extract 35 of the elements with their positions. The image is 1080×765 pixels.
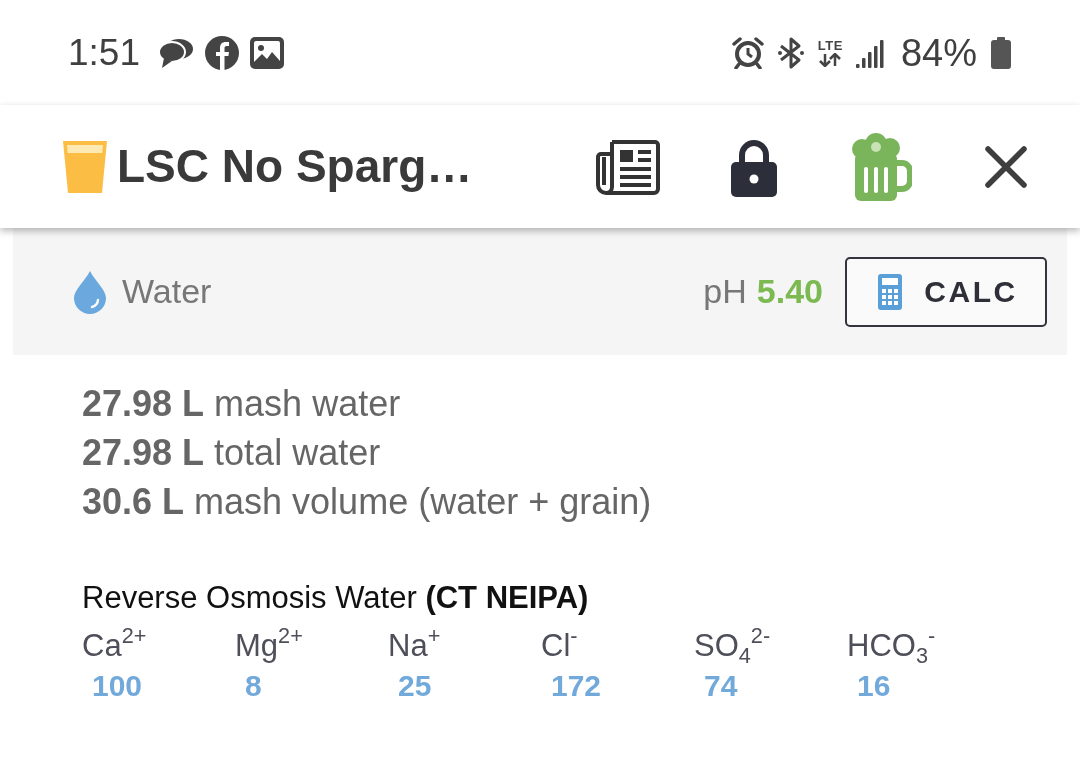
ion-label: Na$^{+}$ bbox=[388, 624, 441, 665]
volume-line: 27.98 L mash water bbox=[82, 382, 401, 426]
ph-label: pH bbox=[703, 272, 747, 311]
ion-label: Mg$^{2+}$ bbox=[235, 624, 303, 665]
volume-line: 27.98 L total water bbox=[82, 431, 381, 475]
ion-value: 74 bbox=[704, 668, 738, 704]
signal-bars-icon bbox=[855, 37, 886, 68]
newspaper-button[interactable] bbox=[596, 138, 660, 195]
image-icon bbox=[250, 36, 284, 69]
calculator-icon bbox=[878, 273, 903, 310]
ion-value: 172 bbox=[551, 668, 602, 704]
up-down-arrows-icon bbox=[818, 52, 843, 67]
ph-value: 5.40 bbox=[756, 272, 823, 311]
network-type-label: LTE bbox=[817, 38, 843, 52]
chat-bubbles-icon bbox=[158, 36, 194, 69]
alarm-clock-icon bbox=[731, 36, 764, 69]
volume-line: 30.6 L mash volume (water + grain) bbox=[82, 480, 652, 524]
ion-label: Ca$^{2+}$ bbox=[82, 624, 147, 665]
water-drop-icon bbox=[72, 269, 108, 314]
section-title: Water bbox=[122, 272, 212, 311]
ion-value: 8 bbox=[245, 668, 262, 704]
ion-value: 100 bbox=[92, 668, 143, 704]
close-button[interactable] bbox=[985, 145, 1027, 188]
water-profile-name: Reverse Osmosis Water (CT NEIPA) bbox=[82, 579, 589, 617]
calc-button[interactable]: CALC bbox=[845, 256, 1047, 327]
f-logo-icon bbox=[204, 34, 240, 71]
battery-percent: 84% bbox=[900, 33, 977, 72]
ion-value: 16 bbox=[857, 668, 891, 704]
battery-icon bbox=[990, 36, 1012, 69]
ion-value: 25 bbox=[398, 668, 432, 704]
beer-glass-icon bbox=[62, 139, 108, 194]
ion-label: Cl$^{-}$ bbox=[541, 624, 578, 665]
bluetooth-icon bbox=[776, 35, 805, 70]
status-time: 1:51 bbox=[68, 34, 140, 71]
recipe-title: LSC No Sparg… bbox=[117, 141, 473, 192]
